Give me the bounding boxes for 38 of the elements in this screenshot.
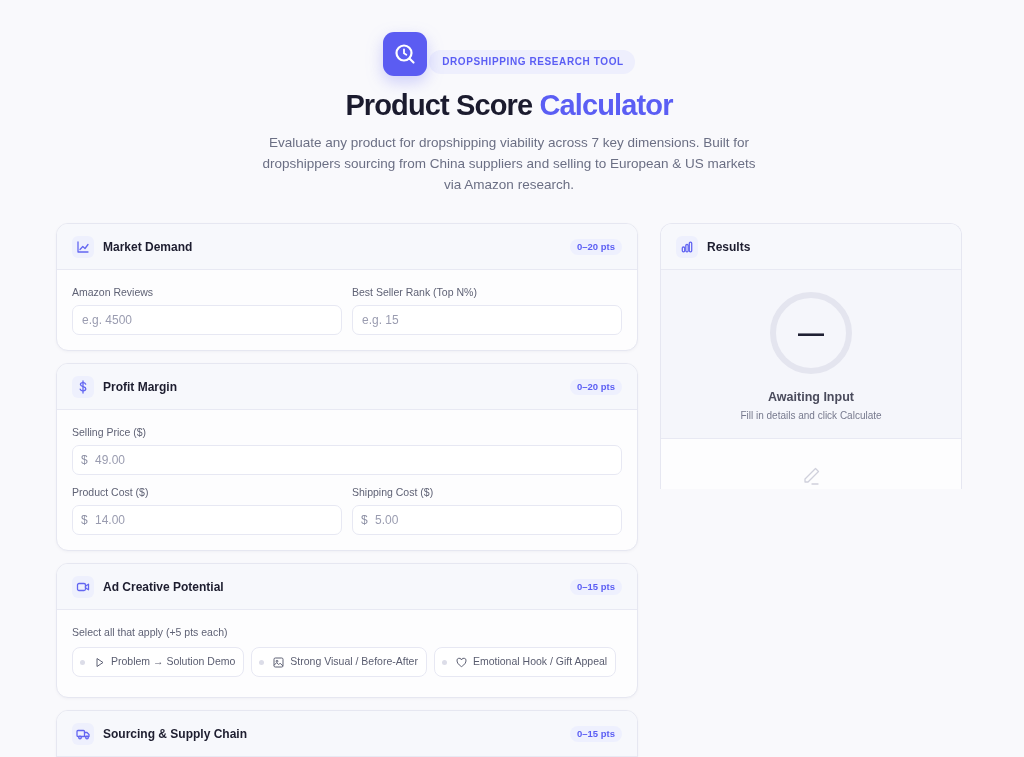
score-value: — [798,318,824,348]
input-field[interactable]: e.g. 4500 [72,305,342,335]
truck-icon [72,722,94,745]
option-toggle[interactable]: Strong Visual / Before-After [251,647,427,677]
field-label: Best Seller Rank (Top N%) [352,285,477,299]
line-chart-icon [72,235,94,258]
page-description: Evaluate any product for dropshipping viability across 7 key dimensions. Built for dropshippers sourcing from China suppliers and selling to European & US markets via Amazon research. [261,134,757,194]
dollar-icon [72,375,94,398]
section-title: Ad Creative Potential [103,578,224,595]
currency-symbol: $ [361,512,368,528]
points-badge: 0–15 pts [569,725,622,742]
status-text: Awaiting Input [768,389,854,405]
video-camera-icon [72,575,94,598]
input-field[interactable]: e.g. 15 [352,305,622,335]
status-hint: Fill in details and click Calculate [740,409,882,422]
points-badge: 0–20 pts [569,378,622,395]
section-title: Sourcing & Supply Chain [103,725,247,742]
field-label: Selling Price ($) [72,425,147,439]
results-title: Results [707,238,751,255]
instruction-text: Select all that apply (+5 pts each) [72,625,228,639]
play-icon [94,656,105,668]
points-badge: 0–15 pts [569,578,622,595]
page-title: Product Score Calculator [344,88,674,123]
heart-icon [455,656,467,668]
section-title: Market Demand [103,238,193,255]
field-label: Amazon Reviews [72,285,154,299]
currency-symbol: $ [81,452,88,468]
option-toggle[interactable]: Emotional Hook / Gift Appeal [433,647,617,677]
category-badge: DROPSHIPPING RESEARCH TOOL [429,50,635,74]
currency-symbol: $ [81,512,88,528]
search-icon [383,32,428,76]
bar-chart-icon [676,235,698,258]
image-icon [273,656,285,668]
section-title: Profit Margin [103,378,177,395]
points-badge: 0–20 pts [569,238,622,255]
field-label: Product Cost ($) [72,485,149,499]
option-toggle[interactable]: Problem → Solution Demo [72,647,245,677]
field-label: Shipping Cost ($) [352,485,434,499]
